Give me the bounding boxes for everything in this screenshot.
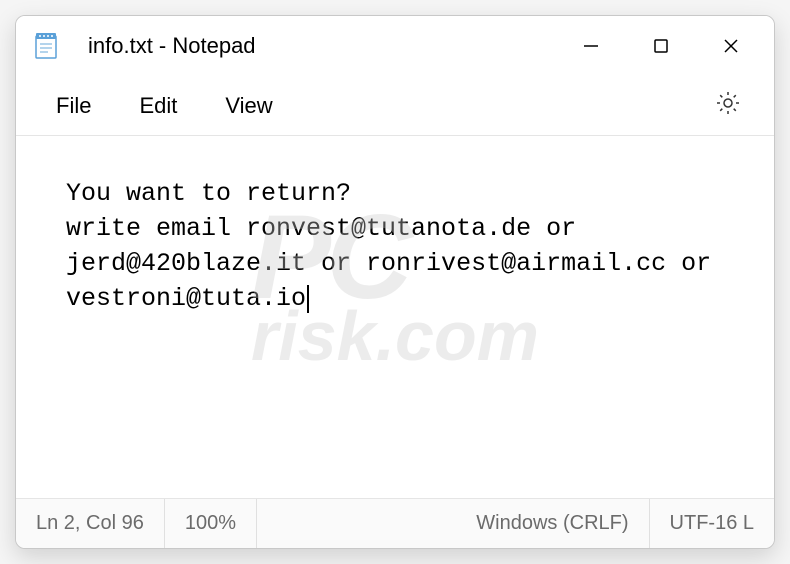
status-encoding: UTF-16 L (650, 499, 774, 548)
maximize-button[interactable] (626, 21, 696, 71)
window-controls (556, 21, 766, 71)
titlebar[interactable]: info.txt - Notepad (16, 16, 774, 76)
notepad-app-icon (34, 32, 58, 60)
menu-file[interactable]: File (32, 85, 115, 127)
text-caret (307, 285, 309, 313)
menu-view[interactable]: View (201, 85, 296, 127)
minimize-button[interactable] (556, 21, 626, 71)
status-cursor-position: Ln 2, Col 96 (16, 499, 165, 548)
settings-button[interactable] (698, 81, 758, 130)
status-line-ending: Windows (CRLF) (456, 499, 649, 548)
text-editor-area[interactable]: You want to return? write email ronvest@… (16, 136, 774, 498)
menu-edit[interactable]: Edit (115, 85, 201, 127)
document-text: You want to return? write email ronvest@… (66, 179, 726, 313)
notepad-window: info.txt - Notepad File Edit View You wa… (15, 15, 775, 549)
status-zoom: 100% (165, 499, 257, 548)
menubar: File Edit View (16, 76, 774, 136)
close-button[interactable] (696, 21, 766, 71)
window-title: info.txt - Notepad (88, 33, 556, 59)
gear-icon (714, 89, 742, 117)
statusbar: Ln 2, Col 96 100% Windows (CRLF) UTF-16 … (16, 498, 774, 548)
